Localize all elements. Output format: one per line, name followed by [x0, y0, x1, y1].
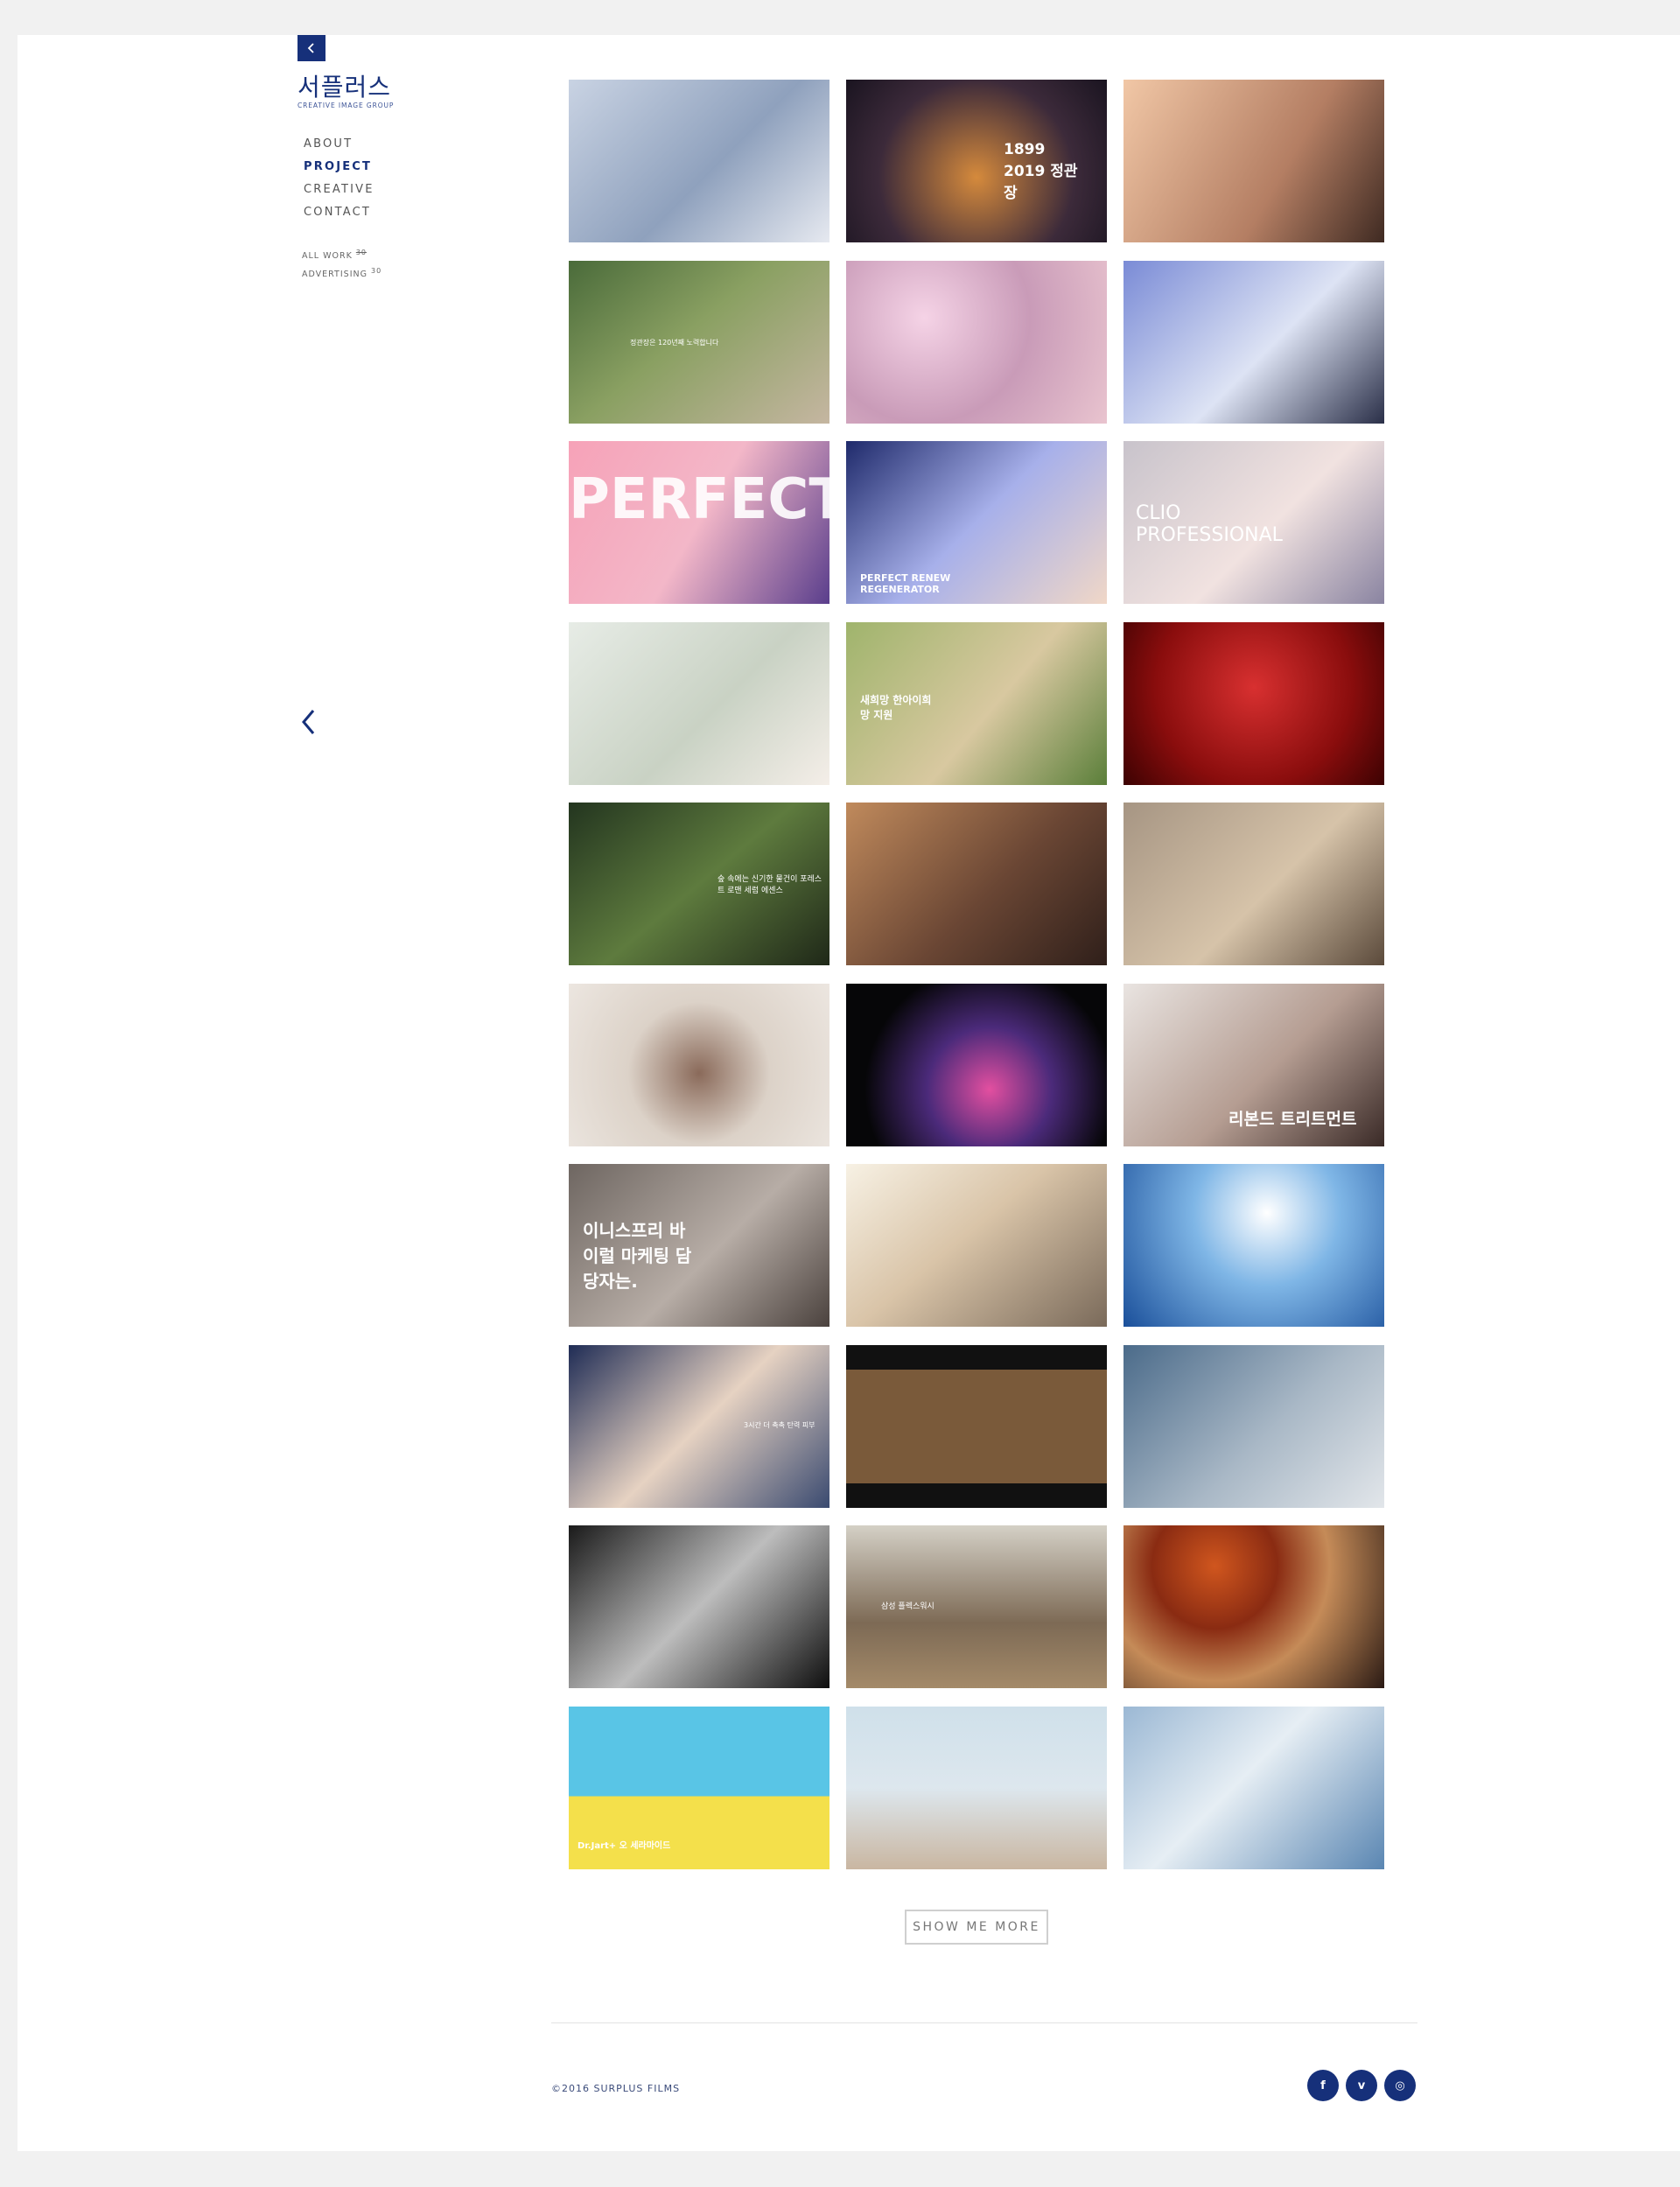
filter-all-count: 30 — [355, 249, 368, 256]
filter-advertising-label: ADVERTISING — [302, 270, 368, 280]
project-thumbnail[interactable]: Dr.Jart+ 오 세라마이드 — [569, 1706, 830, 1869]
project-thumbnail[interactable] — [569, 1525, 830, 1688]
thumbnail-caption: 리본드 트리트먼트 — [1228, 1109, 1357, 1129]
project-thumbnail[interactable]: CLIO PROFESSIONAL — [1124, 441, 1384, 604]
project-thumbnail[interactable] — [846, 803, 1107, 965]
previous-page-button[interactable] — [296, 700, 322, 744]
nav-item-project[interactable]: PROJECT — [304, 156, 374, 179]
project-thumbnail[interactable] — [569, 621, 830, 785]
thumbnail-image — [846, 261, 1107, 424]
project-thumbnail[interactable] — [1124, 803, 1384, 965]
back-button[interactable] — [298, 35, 326, 61]
project-thumbnail[interactable] — [846, 983, 1107, 1146]
thumbnail-image — [569, 622, 830, 785]
thumbnail-caption: 삼성 플렉스워시 — [881, 1602, 934, 1611]
thumbnail-image — [1124, 1525, 1384, 1688]
project-thumbnail[interactable]: 3시간 더 촉촉 탄력 피부 — [569, 1344, 830, 1508]
project-thumbnail[interactable] — [569, 80, 830, 242]
project-thumbnail[interactable]: 삼성 플렉스워시 — [846, 1525, 1107, 1688]
project-thumbnail[interactable] — [846, 1706, 1107, 1869]
thumbnail-image — [1124, 1345, 1384, 1508]
vimeo-icon[interactable]: v — [1346, 2070, 1377, 2101]
thumbnail-caption: 새희망 한아이희망 지원 — [860, 693, 932, 721]
thumbnail-image — [1124, 261, 1384, 424]
thumbnail-caption: 정관장은 120년째 노력합니다 — [630, 338, 719, 347]
thumbnail-image — [846, 803, 1107, 965]
project-thumbnail[interactable]: 이니스프리 바이럴 마케팅 담당자는. — [569, 1164, 830, 1327]
project-thumbnail[interactable] — [846, 1344, 1107, 1508]
thumbnail-image — [1124, 622, 1384, 785]
thumbnail-caption: Dr.Jart+ 오 세라마이드 — [578, 1840, 671, 1851]
project-thumbnail[interactable] — [1124, 621, 1384, 785]
project-thumbnail[interactable]: 숲 속에는 신기한 물건이 포레스트 로맨 세럼 에센스 — [569, 803, 830, 965]
project-thumbnail[interactable] — [846, 260, 1107, 424]
nav-item-creative[interactable]: CREATIVE — [304, 179, 374, 201]
project-thumbnail[interactable]: 1899 2019 정관장 — [846, 80, 1107, 242]
thumbnail-image — [846, 984, 1107, 1146]
main-nav: ABOUT PROJECT CREATIVE CONTACT — [304, 133, 374, 224]
filter-all-work[interactable]: ALL WORK 30 — [302, 243, 382, 262]
thumbnail-caption: 이니스프리 바이럴 마케팅 담당자는. — [583, 1220, 692, 1292]
project-thumbnail[interactable] — [1124, 1525, 1384, 1688]
thumbnail-caption: CLIO PROFESSIONAL — [1136, 502, 1283, 546]
project-thumbnail[interactable]: 정관장은 120년째 노력합니다 — [569, 260, 830, 424]
page: 서플러스 CREATIVE IMAGE GROUP ABOUT PROJECT … — [18, 35, 1680, 2151]
filter-advertising[interactable]: ADVERTISING 30 — [302, 262, 382, 280]
thumbnail-image — [846, 1345, 1107, 1508]
brand-name: 서플러스 — [298, 73, 392, 102]
thumbnail-image — [569, 1525, 830, 1688]
thumbnail-image — [1124, 1164, 1384, 1327]
thumbnail-image — [569, 80, 830, 242]
thumbnail-caption: 1899 2019 정관장 — [1004, 141, 1078, 202]
thumbnail-caption: 3시간 더 촉촉 탄력 피부 — [744, 1420, 816, 1429]
brand-logo[interactable]: 서플러스 CREATIVE IMAGE GROUP — [298, 74, 394, 110]
nav-item-contact[interactable]: CONTACT — [304, 201, 374, 224]
thumbnail-image — [569, 984, 830, 1146]
thumbnail-image — [1124, 1707, 1384, 1869]
chevron-left-icon — [307, 43, 314, 53]
project-thumbnail[interactable] — [846, 1164, 1107, 1327]
project-thumbnail[interactable]: PERFECT RENEW REGENERATOR — [846, 441, 1107, 604]
filter-advertising-count: 30 — [371, 267, 382, 275]
thumbnail-image — [846, 1164, 1107, 1327]
project-thumbnail[interactable] — [1124, 80, 1384, 242]
social-links: f v ◎ — [1307, 2070, 1416, 2101]
project-thumbnail[interactable] — [1124, 1164, 1384, 1327]
copyright-text: ©2016 SURPLUS FILMS — [551, 2083, 681, 2094]
category-filters: ALL WORK 30 ADVERTISING 30 — [302, 243, 382, 280]
nav-item-about[interactable]: ABOUT — [304, 133, 374, 156]
project-thumbnail[interactable]: 새희망 한아이희망 지원 — [846, 621, 1107, 785]
thumbnail-caption: PERFECT — [569, 467, 830, 532]
thumbnail-caption: 숲 속에는 신기한 물건이 포레스트 로맨 세럼 에센스 — [718, 875, 822, 895]
footer-divider — [551, 2022, 1418, 2023]
project-thumbnail[interactable]: 리본드 트리트먼트 — [1124, 983, 1384, 1146]
thumbnail-image — [1124, 803, 1384, 965]
thumbnail-image — [1124, 80, 1384, 242]
project-thumbnail[interactable]: PERFECT — [569, 441, 830, 604]
project-thumbnail[interactable] — [569, 983, 830, 1146]
thumbnail-caption: PERFECT RENEW REGENERATOR — [860, 572, 951, 595]
project-thumbnail[interactable] — [1124, 1706, 1384, 1869]
facebook-icon[interactable]: f — [1307, 2070, 1339, 2101]
thumbnail-image — [846, 1707, 1107, 1869]
project-thumbnail[interactable] — [1124, 1344, 1384, 1508]
show-more-button[interactable]: SHOW ME MORE — [905, 1910, 1048, 1945]
chevron-left-icon — [302, 710, 315, 734]
filter-all-label: ALL WORK — [302, 251, 353, 262]
instagram-icon[interactable]: ◎ — [1384, 2070, 1416, 2101]
project-thumbnail[interactable] — [1124, 260, 1384, 424]
brand-tagline: CREATIVE IMAGE GROUP — [298, 102, 395, 109]
